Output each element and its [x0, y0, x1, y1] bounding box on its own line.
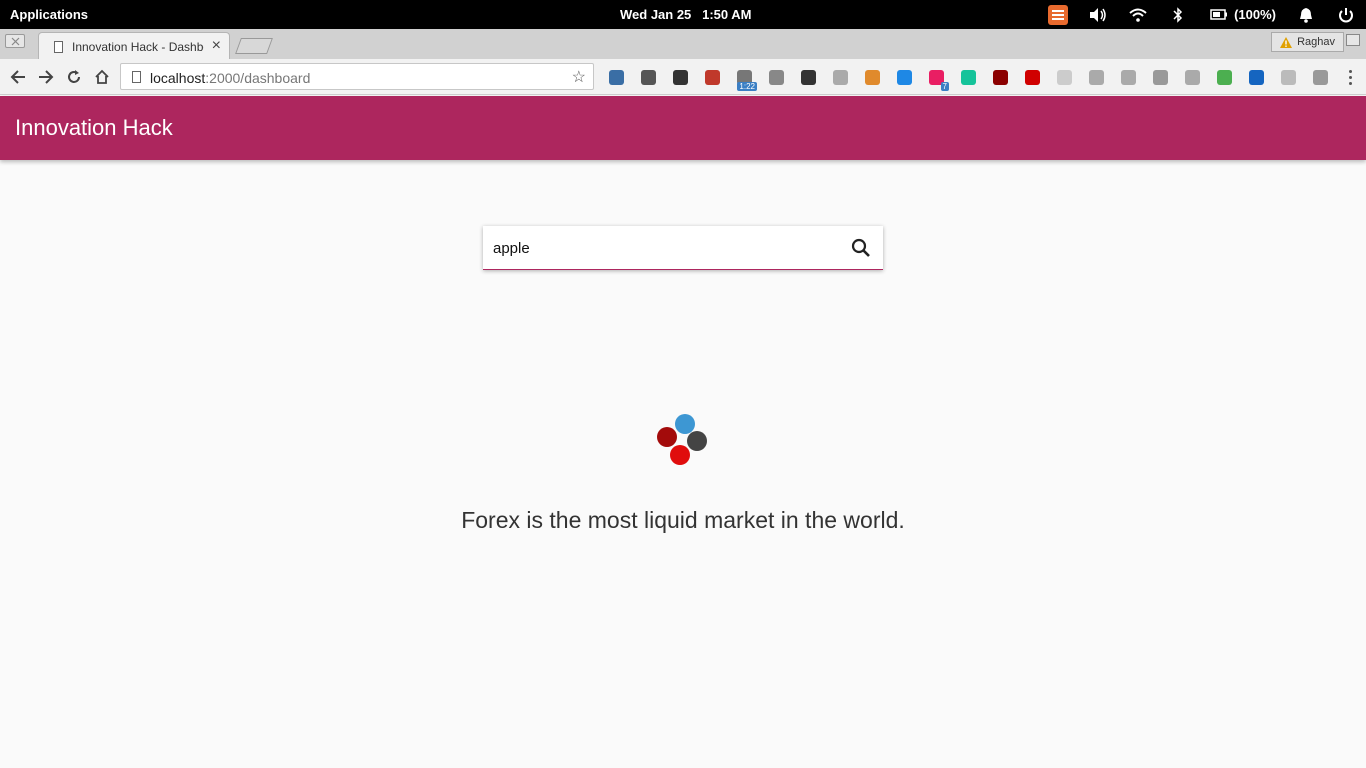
- browser-menu-button[interactable]: [1344, 67, 1356, 87]
- warning-icon: [1280, 36, 1293, 48]
- home-icon: [95, 69, 109, 84]
- ext-clip-icon: [1184, 69, 1200, 85]
- ext-check-button[interactable]: [1144, 67, 1176, 87]
- media-icon[interactable]: [1038, 0, 1078, 29]
- battery-percent: (100%): [1234, 7, 1276, 22]
- ext-feather-icon: [1280, 69, 1296, 85]
- ext-pocket-button[interactable]: [792, 67, 824, 87]
- ext-spy-icon: [992, 69, 1008, 85]
- extension-badge: 7: [940, 82, 949, 91]
- ext-adblock-icon: [1024, 69, 1040, 85]
- arrow-right-icon: [39, 70, 54, 84]
- ext-feather-button[interactable]: [1272, 67, 1304, 87]
- ext-book-button[interactable]: [696, 67, 728, 87]
- tab-title: Innovation Hack - Dashboard: [72, 40, 204, 54]
- battery-indicator[interactable]: (100%): [1198, 7, 1286, 22]
- ext-inbox-button[interactable]: [600, 67, 632, 87]
- ext-book-icon: [704, 69, 720, 85]
- profile-name: Raghav: [1297, 36, 1335, 48]
- ext-spy-button[interactable]: [984, 67, 1016, 87]
- ext-clip-button[interactable]: [1176, 67, 1208, 87]
- ext-rainbow-button[interactable]: [1208, 67, 1240, 87]
- extensions-area: 1:22 7: [600, 67, 1336, 91]
- window-close-button[interactable]: [5, 34, 25, 48]
- volume-icon[interactable]: [1078, 0, 1118, 29]
- ext-c-button[interactable]: [1304, 67, 1336, 87]
- loading-spinner: [655, 414, 711, 468]
- battery-icon: [1210, 9, 1228, 20]
- arrow-left-icon: [10, 70, 25, 84]
- spinner-dot: [687, 431, 707, 451]
- browser-toolbar: localhost:2000/dashboard ☆ 1:22 7: [0, 59, 1366, 95]
- ext-camera-button[interactable]: [824, 67, 856, 87]
- url-text: localhost:2000/dashboard: [150, 70, 310, 86]
- ext-react-icon: [1088, 69, 1104, 85]
- ext-face-icon: [864, 69, 880, 85]
- forward-button[interactable]: [36, 67, 56, 87]
- back-button[interactable]: [8, 67, 28, 87]
- url-path: :2000/dashboard: [205, 70, 311, 86]
- tab-strip: Innovation Hack - Dashboard × Raghav: [0, 29, 1366, 60]
- search-icon: [851, 238, 870, 257]
- reload-button[interactable]: [64, 67, 84, 87]
- window-restore-button[interactable]: [1346, 34, 1360, 46]
- power-icon[interactable]: [1326, 0, 1366, 29]
- app-header: Innovation Hack: [0, 96, 1366, 160]
- extension-badge: 1:22: [737, 82, 757, 91]
- ext-compass-icon: [896, 69, 912, 85]
- url-host: localhost: [150, 70, 206, 86]
- reload-icon: [68, 70, 80, 83]
- loading-fact-text: Forex is the most liquid market in the w…: [461, 507, 905, 533]
- ext-react-button[interactable]: [1080, 67, 1112, 87]
- search-input[interactable]: [493, 236, 833, 260]
- page-icon: [54, 41, 63, 53]
- wifi-icon[interactable]: [1118, 0, 1158, 29]
- os-top-bar: Applications Wed Jan 25 1:50 AM (100%): [0, 0, 1366, 29]
- ext-timer-button[interactable]: 1:22: [728, 67, 760, 91]
- tab-active[interactable]: Innovation Hack - Dashboard ×: [38, 32, 230, 60]
- ext-c-icon: [1312, 69, 1328, 85]
- ext-mail-button[interactable]: [1240, 67, 1272, 87]
- ext-face-button[interactable]: [856, 67, 888, 87]
- clock[interactable]: Wed Jan 25 1:50 AM: [620, 7, 752, 22]
- ext-grammarly-button[interactable]: [952, 67, 984, 87]
- ext-inbox-icon: [608, 69, 624, 85]
- ext-help-icon: [1120, 69, 1136, 85]
- ext-code-icon: [768, 69, 784, 85]
- ext-eyedropper-button[interactable]: [632, 67, 664, 87]
- ext-camera-icon: [832, 69, 848, 85]
- ext-check-icon: [1152, 69, 1168, 85]
- page-info-icon[interactable]: [132, 71, 141, 83]
- ext-compass-button[interactable]: [888, 67, 920, 87]
- ext-m-button[interactable]: 7: [920, 67, 952, 91]
- app-title: Innovation Hack: [15, 115, 173, 140]
- ext-mail-icon: [1248, 69, 1264, 85]
- new-tab-button[interactable]: [235, 38, 273, 54]
- ext-pocket-icon: [800, 69, 816, 85]
- ext-card-button[interactable]: [1048, 67, 1080, 87]
- spinner-dot: [657, 427, 677, 447]
- profile-button[interactable]: Raghav: [1271, 32, 1344, 52]
- bell-icon[interactable]: [1286, 0, 1326, 29]
- ext-help-button[interactable]: [1112, 67, 1144, 87]
- bookmark-star-icon[interactable]: ☆: [572, 67, 586, 87]
- search-button[interactable]: [849, 236, 873, 260]
- applications-menu[interactable]: Applications: [10, 7, 88, 22]
- ext-grammarly-icon: [960, 69, 976, 85]
- close-icon: [11, 37, 20, 46]
- search-bar: [483, 226, 883, 270]
- ext-eyedropper-icon: [640, 69, 656, 85]
- address-bar[interactable]: localhost:2000/dashboard ☆: [120, 63, 594, 90]
- ext-font-button[interactable]: [664, 67, 696, 87]
- tab-close-icon[interactable]: ×: [212, 38, 221, 54]
- bluetooth-icon[interactable]: [1158, 0, 1198, 29]
- spinner-dot: [670, 445, 690, 465]
- ext-adblock-button[interactable]: [1016, 67, 1048, 87]
- home-button[interactable]: [92, 67, 112, 87]
- ext-rainbow-icon: [1216, 69, 1232, 85]
- ext-card-icon: [1056, 69, 1072, 85]
- ext-code-button[interactable]: [760, 67, 792, 87]
- ext-font-icon: [672, 69, 688, 85]
